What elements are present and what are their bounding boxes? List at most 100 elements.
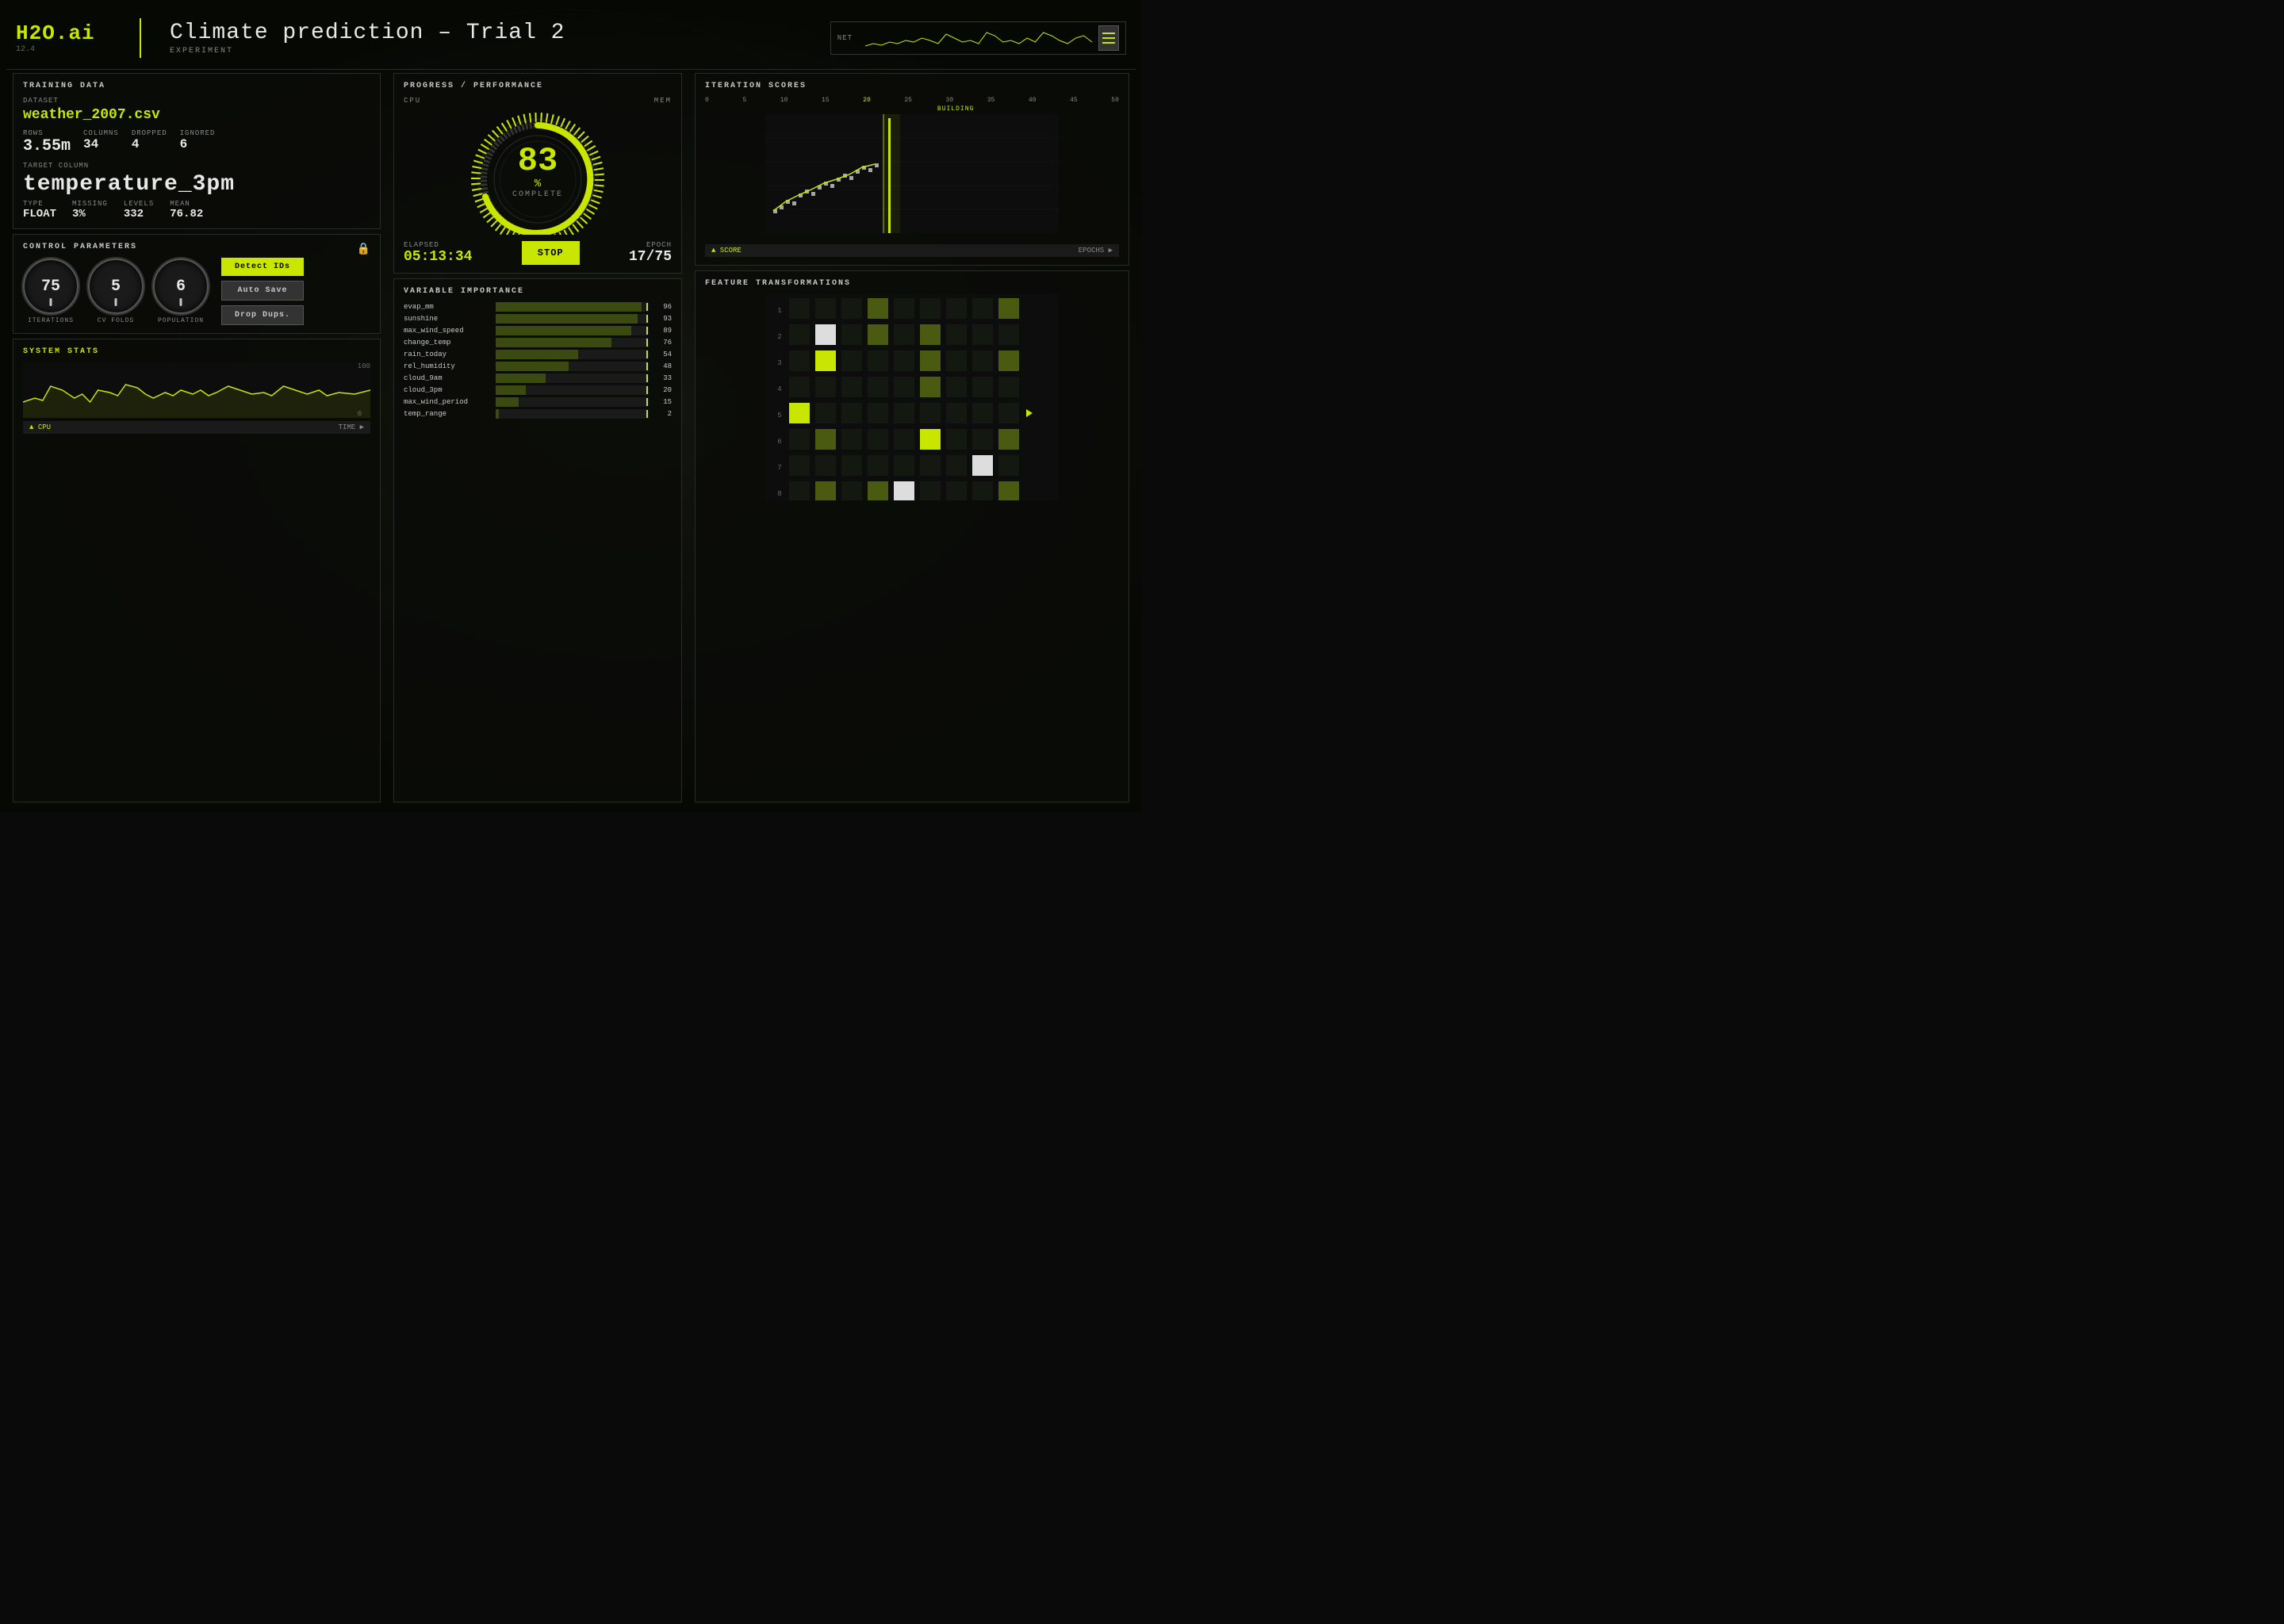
feature-cell <box>946 298 967 319</box>
drop-dups-button[interactable]: Drop Dups. <box>221 305 304 325</box>
missing-stat: MISSING 3% <box>72 200 108 220</box>
iter-footer: ▲ SCORE EPOCHS ▶ <box>705 244 1119 257</box>
var-score: 48 <box>653 362 672 370</box>
feature-cell <box>868 350 888 371</box>
feature-cell <box>972 455 993 476</box>
score-footer-label: ▲ SCORE <box>711 247 742 255</box>
feature-cell <box>841 481 862 500</box>
var-name: cloud_9am <box>404 374 491 382</box>
hamburger-button[interactable] <box>1098 25 1119 51</box>
population-value: 6 <box>176 278 186 296</box>
svg-text:6: 6 <box>777 438 781 446</box>
levels-stat: LEVELS 332 <box>124 200 154 220</box>
feature-cell <box>815 377 836 397</box>
var-bar <box>496 338 611 347</box>
iterations-knob[interactable]: 75 <box>23 259 79 314</box>
var-name: cloud_3pm <box>404 386 491 394</box>
iter-x-35: 35 <box>987 97 995 104</box>
population-knob-container: 6 POPULATION <box>153 259 209 324</box>
columns-stat: COLUMNS 34 <box>83 129 119 155</box>
detect-ids-button[interactable]: Detect IDs <box>221 258 304 276</box>
missing-label: MISSING <box>72 200 108 208</box>
var-score: 20 <box>653 386 672 394</box>
feature-cell <box>920 481 941 500</box>
net-sparkline <box>865 26 1092 50</box>
elapsed-section: ELAPSED 05:13:34 <box>404 241 472 265</box>
variable-row: temp_range 2 <box>404 409 672 419</box>
dataset-label: DATASET <box>23 97 370 105</box>
iter-x-50: 50 <box>1111 97 1119 104</box>
feature-cell <box>868 481 888 500</box>
feature-cell <box>946 429 967 450</box>
controls-row: 75 ITERATIONS 5 CV FOLDS 6 <box>23 258 370 325</box>
variable-importance-title: VARIABLE IMPORTANCE <box>404 287 672 296</box>
feature-cell <box>972 298 993 319</box>
svg-text:8: 8 <box>777 490 781 498</box>
variable-importance-panel: VARIABLE IMPORTANCE evap_mm 96 sunshine … <box>393 278 682 802</box>
feature-cell <box>815 324 836 345</box>
dataset-name: weather_2007.csv <box>23 107 370 123</box>
variable-row: max_wind_speed 89 <box>404 326 672 335</box>
feature-cell <box>815 455 836 476</box>
feature-cell <box>894 455 914 476</box>
header: H2O.ai 12.4 Climate prediction – Trial 2… <box>6 6 1136 70</box>
dropped-value: 4 <box>132 137 167 151</box>
var-bar <box>496 326 631 335</box>
logo-section: H2O.ai 12.4 <box>16 21 111 54</box>
feature-cell <box>920 350 941 371</box>
var-score: 89 <box>653 327 672 335</box>
target-value: temperature_3pm <box>23 172 370 197</box>
feature-cell <box>841 403 862 423</box>
var-score: 96 <box>653 303 672 311</box>
dropped-label: DROPPED <box>132 129 167 137</box>
var-bar-accent <box>646 339 648 347</box>
iter-x-10: 10 <box>780 97 788 104</box>
hamburger-line-1 <box>1102 33 1115 34</box>
feature-cell <box>894 481 914 500</box>
var-score: 2 <box>653 410 672 418</box>
columns-label: COLUMNS <box>83 129 119 137</box>
stats-row-1: ROWS 3.55m COLUMNS 34 DROPPED 4 IGNORED … <box>23 129 370 155</box>
iteration-chart <box>705 114 1119 241</box>
svg-text:2: 2 <box>777 333 781 341</box>
cv-folds-knob[interactable]: 5 <box>88 259 144 314</box>
feature-cell <box>946 324 967 345</box>
rows-label: ROWS <box>23 129 71 137</box>
var-score: 15 <box>653 398 672 406</box>
feature-cell <box>789 298 810 319</box>
svg-text:1: 1 <box>777 307 781 315</box>
population-knob[interactable]: 6 <box>153 259 209 314</box>
feature-cell <box>868 298 888 319</box>
feature-cell <box>789 350 810 371</box>
missing-value: 3% <box>72 208 108 220</box>
elapsed-sec: 34 <box>455 249 473 265</box>
target-stats-row: TYPE FLOAT MISSING 3% LEVELS 332 MEAN 76… <box>23 200 370 220</box>
rows-stat: ROWS 3.55m <box>23 129 71 155</box>
variable-row: change_temp 76 <box>404 338 672 347</box>
iter-x-15: 15 <box>822 97 830 104</box>
var-name: max_wind_period <box>404 398 491 406</box>
stop-button[interactable]: STOP <box>522 241 580 265</box>
cv-folds-label: CV FOLDS <box>98 317 134 324</box>
chart-yaxis: 100 0 <box>358 362 370 418</box>
feature-cell <box>815 429 836 450</box>
training-data-title: TRAINING DATA <box>23 82 370 90</box>
feature-cell <box>841 350 862 371</box>
var-bar-accent <box>646 374 648 382</box>
feature-cell <box>841 377 862 397</box>
right-column: ITERATION SCORES 0 5 10 15 20 25 30 35 4… <box>688 70 1136 806</box>
feature-cell <box>894 377 914 397</box>
iterations-value: 75 <box>41 278 60 296</box>
feature-cell <box>920 377 941 397</box>
iter-x-40: 40 <box>1029 97 1037 104</box>
variable-importance-list: evap_mm 96 sunshine 93 max_wind_speed 89… <box>404 302 672 419</box>
var-bar-container <box>496 362 648 371</box>
feature-cell <box>815 298 836 319</box>
var-score: 54 <box>653 350 672 358</box>
feature-grid-wrapper: 123456789123456789 <box>705 294 1119 504</box>
var-bar-accent <box>646 327 648 335</box>
target-column-label: TARGET COLUMN <box>23 162 370 170</box>
auto-save-button[interactable]: Auto Save <box>221 281 304 301</box>
gauge-complete-label: COMPLETE <box>512 190 563 199</box>
main-layout: H2O.ai 12.4 Climate prediction – Trial 2… <box>0 0 1142 812</box>
